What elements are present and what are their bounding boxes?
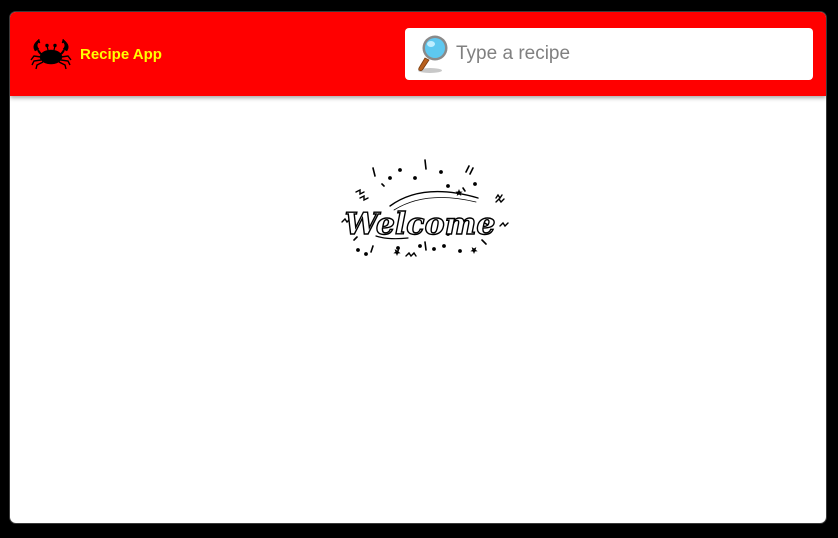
magnifier-icon (418, 35, 448, 73)
app-header: Recipe App (10, 12, 826, 96)
brand-link[interactable]: Recipe App (30, 37, 162, 71)
svg-text:Welcome: Welcome (345, 207, 496, 242)
crab-icon (30, 38, 72, 70)
search-input[interactable] (454, 33, 798, 75)
search-bar (405, 28, 813, 80)
welcome-image: Welcome (341, 159, 509, 258)
app-window: Recipe App Type a recipe Welcome (10, 12, 826, 523)
brand-name: Recipe App (80, 45, 162, 63)
